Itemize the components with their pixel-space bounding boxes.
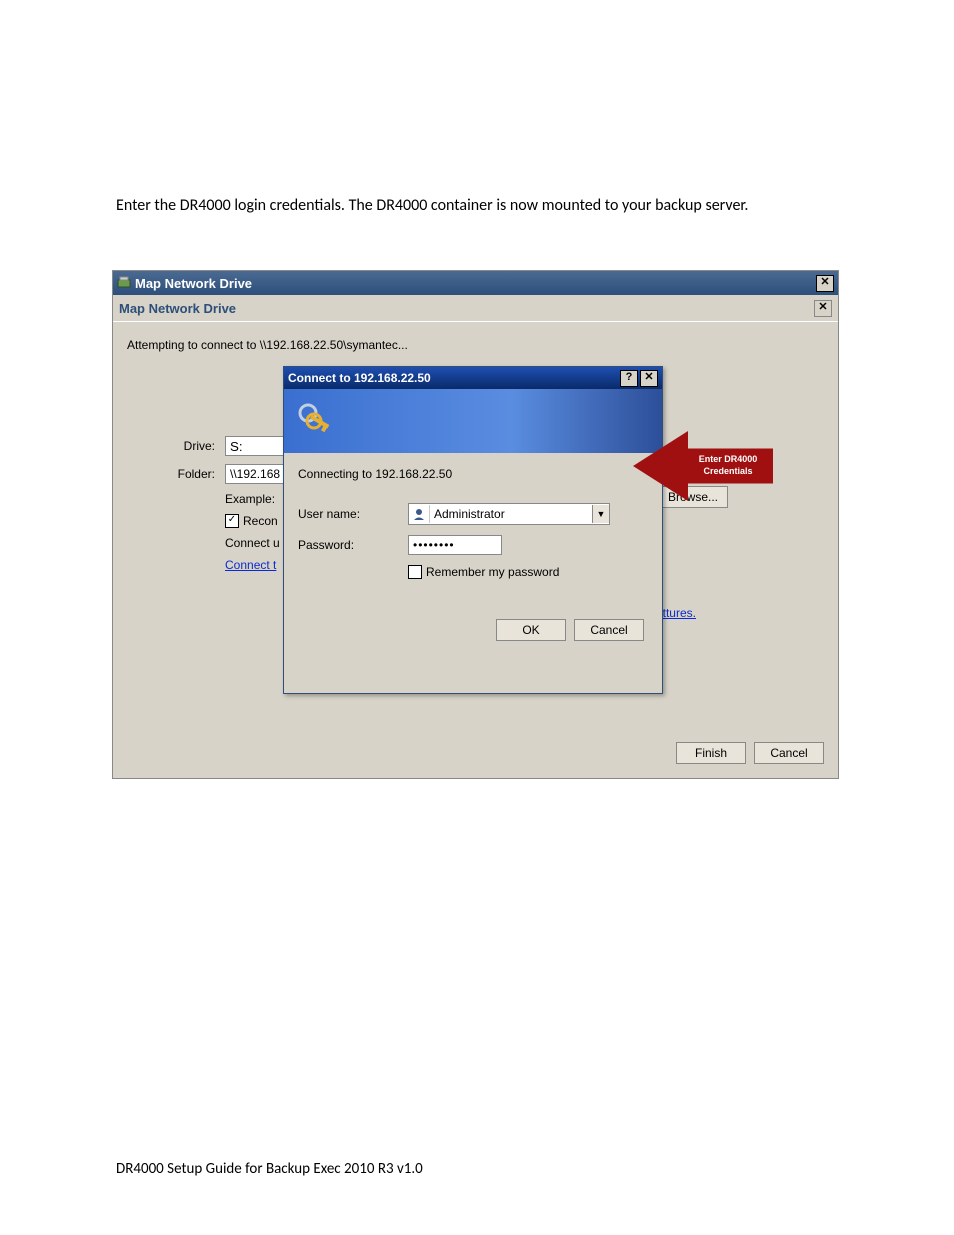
finish-button[interactable]: Finish [676,742,746,764]
password-input[interactable] [408,535,502,555]
subheader-title: Map Network Drive [119,301,236,316]
auth-title: Connect to 192.168.22.50 [288,371,431,385]
username-combo[interactable]: Administrator ▼ [408,503,610,525]
connecting-text: Connecting to 192.168.22.50 [298,467,648,481]
intro-text: Enter the DR4000 login credentials. The … [116,196,856,215]
remember-label: Remember my password [426,565,559,579]
keys-icon [294,397,340,446]
folder-label: Folder: [127,467,225,481]
outer-window-titlebar: Map Network Drive ✕ [113,271,838,295]
user-icon [409,505,430,523]
drive-icon [117,276,131,290]
dropdown-arrow-icon[interactable]: ▼ [592,505,609,523]
connect-t-link[interactable]: Connect t [225,558,276,572]
subheader: Map Network Drive ✕ [113,295,838,322]
subheader-close-button[interactable]: ✕ [814,300,832,317]
username-value: Administrator [430,507,592,521]
connect-u-label: Connect u [225,536,280,550]
outer-window-title: Map Network Drive [135,276,252,291]
password-label: Password: [298,538,408,552]
ok-button[interactable]: OK [496,619,566,641]
folder-input[interactable] [225,464,291,484]
status-text: Attempting to connect to \\192.168.22.50… [127,338,824,352]
footer-text: DR4000 Setup Guide for Backup Exec 2010 … [116,1160,423,1178]
reconnect-checkbox[interactable]: ✓ [225,514,239,528]
auth-help-button[interactable]: ? [620,370,638,387]
auth-close-button[interactable]: ✕ [640,370,658,387]
browse-button[interactable]: Browse... [658,486,728,508]
drive-label: Drive: [127,439,225,453]
auth-dialog: Connect to 192.168.22.50 ? ✕ Connecting … [283,366,663,694]
outer-cancel-button[interactable]: Cancel [754,742,824,764]
outer-close-button[interactable]: ✕ [816,275,834,292]
remember-checkbox[interactable] [408,565,422,579]
ttures-link[interactable]: ttures. [663,606,696,620]
example-label: Example: [225,492,275,506]
reconnect-label: Recon [243,514,278,528]
auth-banner [284,389,662,453]
username-label: User name: [298,507,408,521]
screenshot-area: Map Network Drive ✕ Map Network Drive ✕ … [112,270,839,779]
auth-cancel-button[interactable]: Cancel [574,619,644,641]
auth-titlebar: Connect to 192.168.22.50 ? ✕ [284,367,662,389]
